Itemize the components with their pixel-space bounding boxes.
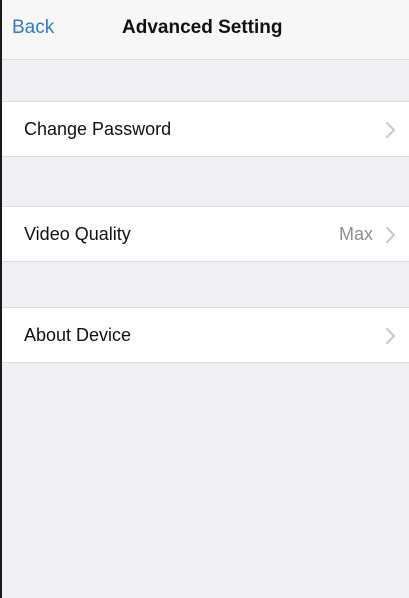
page-title: Advanced Setting — [122, 17, 283, 38]
settings-item-change-password[interactable]: Change Password — [2, 101, 409, 157]
navigation-bar: Back Advanced Setting — [2, 0, 409, 60]
settings-item-video-quality[interactable]: Video Quality Max — [2, 206, 409, 262]
back-button[interactable]: Back — [12, 17, 54, 39]
settings-item-label: Change Password — [24, 119, 172, 139]
video-quality-value: Max — [338, 224, 373, 244]
chevron-right-icon — [385, 327, 397, 345]
chevron-right-icon — [385, 226, 397, 244]
settings-item-label: About Device — [24, 325, 132, 345]
settings-item-about-device[interactable]: About Device — [2, 307, 409, 363]
chevron-right-icon — [385, 121, 397, 139]
settings-item-label: Video Quality — [24, 224, 131, 244]
advanced-setting-screen: Back Advanced Setting Change Password Vi… — [0, 0, 409, 598]
